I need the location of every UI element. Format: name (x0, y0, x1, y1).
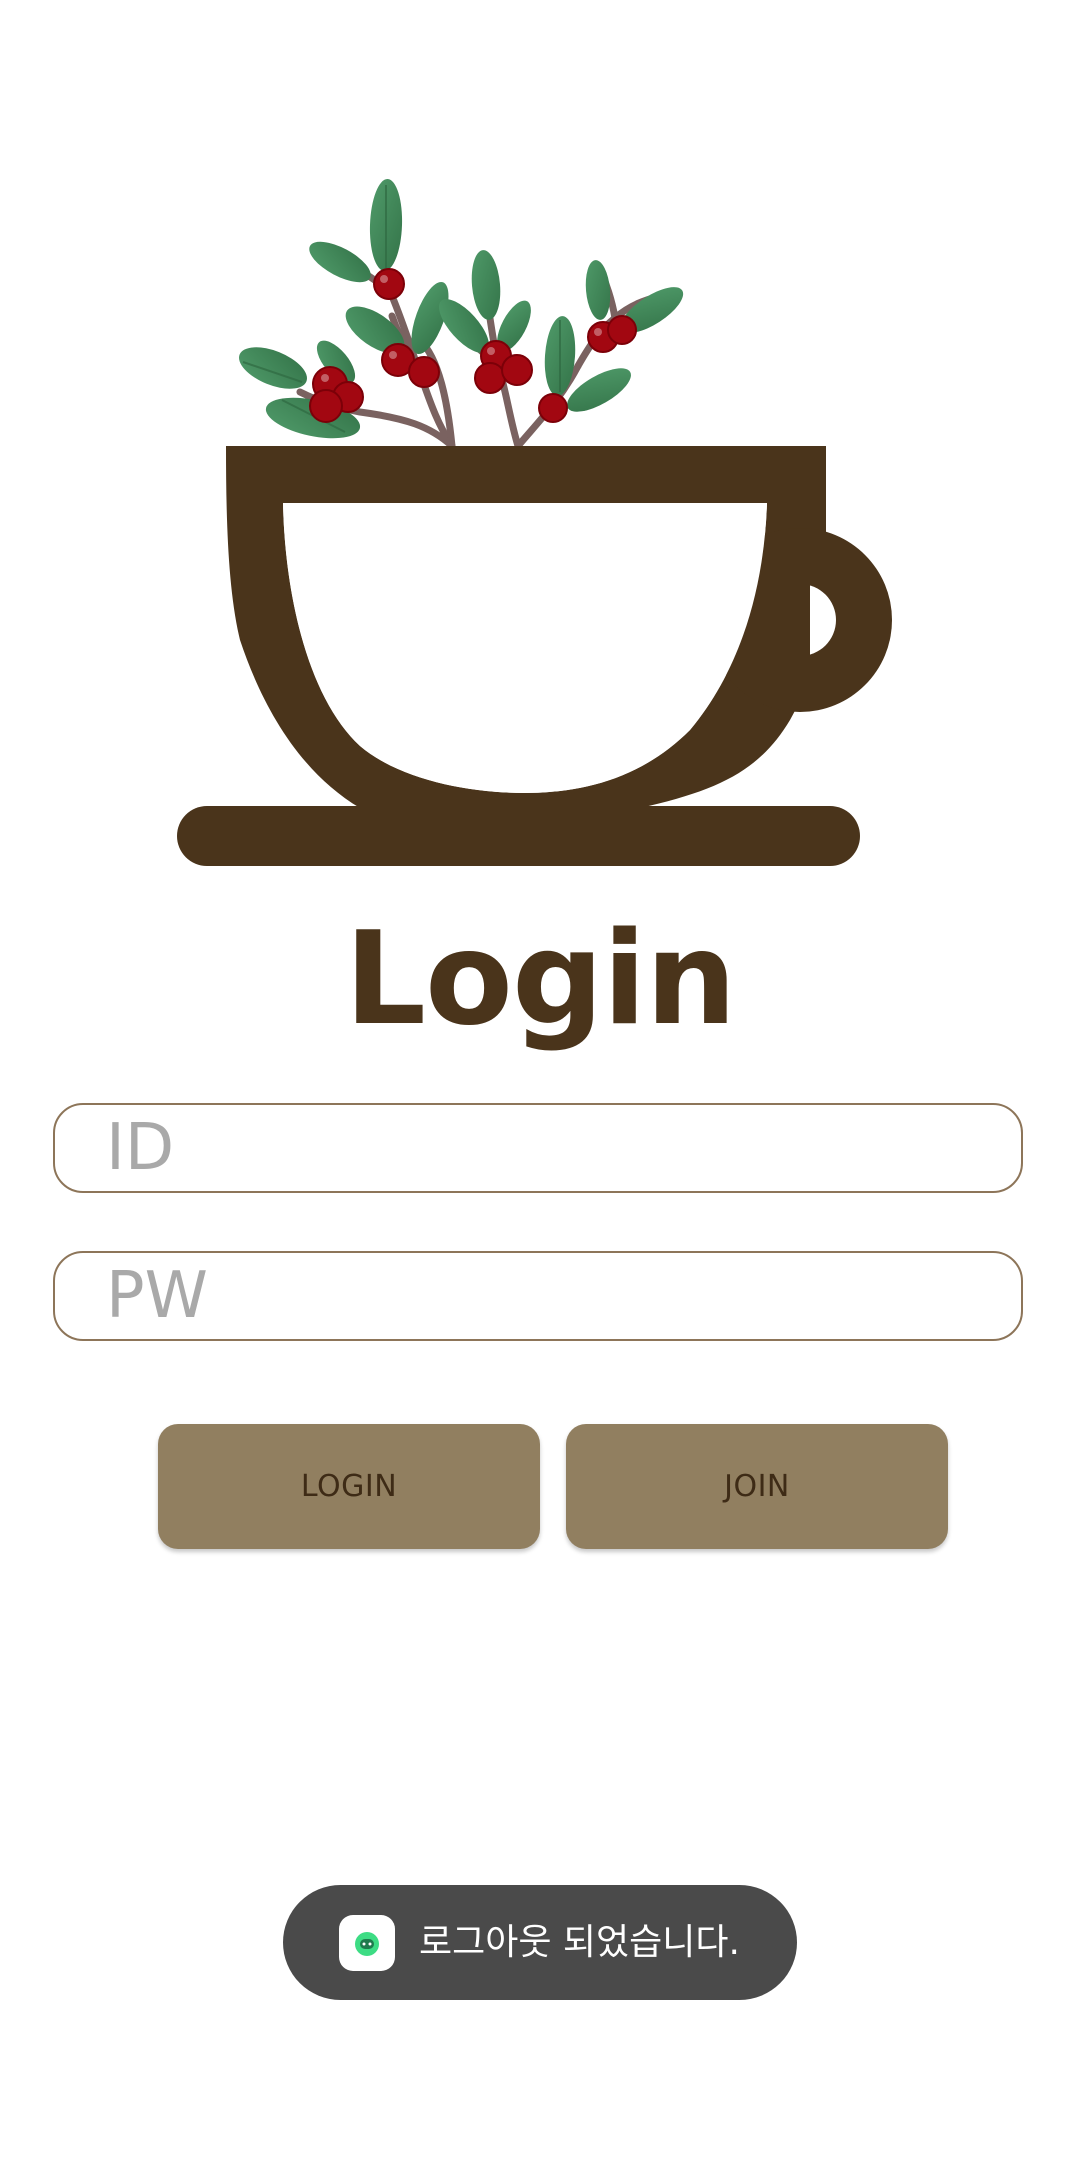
coffee-cup-logo-icon (177, 179, 892, 866)
logout-toast: 로그아웃 되었습니다. (283, 1885, 797, 2000)
password-input[interactable] (53, 1251, 1023, 1341)
join-button[interactable]: JOIN (566, 1424, 948, 1549)
toast-message: 로그아웃 되었습니다. (419, 1922, 740, 1963)
page-title: Login (344, 905, 736, 1054)
id-input[interactable] (53, 1103, 1023, 1193)
android-app-icon (339, 1915, 395, 1971)
login-button[interactable]: LOGIN (158, 1424, 540, 1549)
